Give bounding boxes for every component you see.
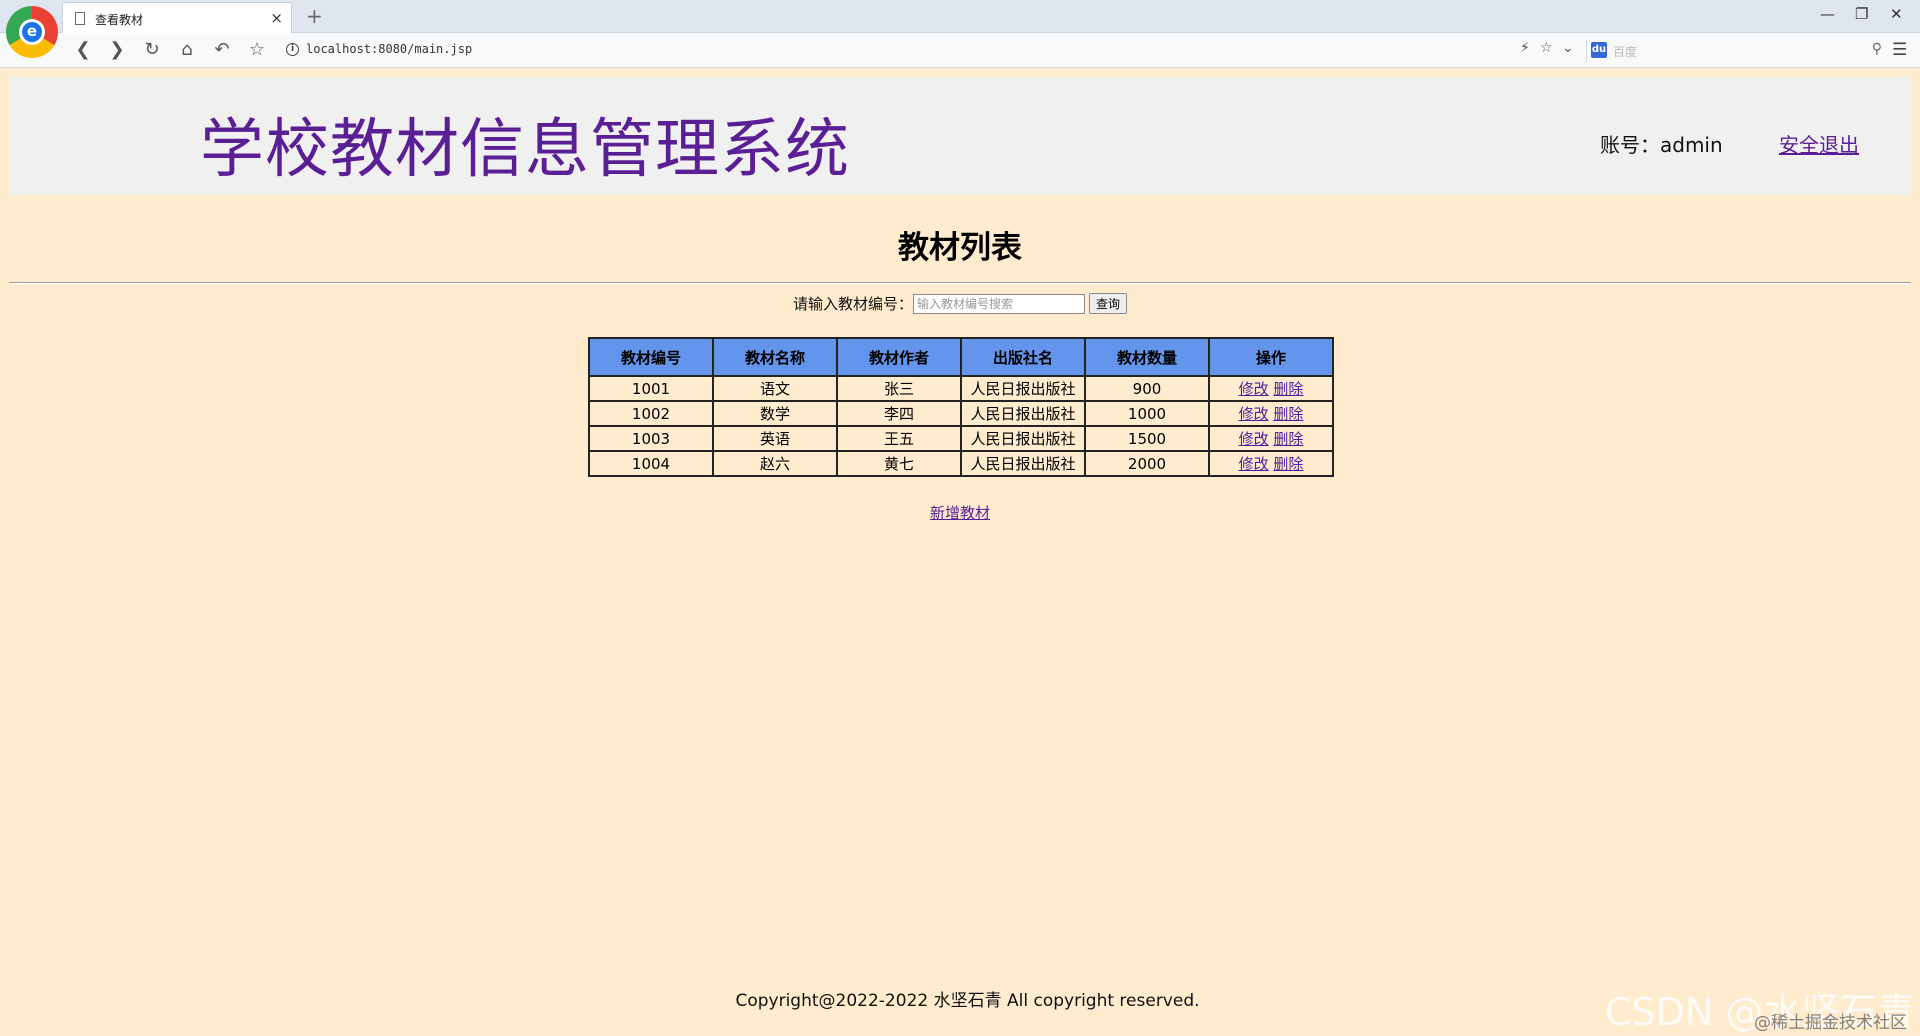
cell-publisher: 人民日报出版社: [960, 450, 1086, 477]
column-header-id: 教材编号: [588, 337, 714, 377]
delete-link[interactable]: 删除: [1273, 405, 1303, 423]
list-title: 教材列表: [898, 230, 1022, 266]
search-input[interactable]: [913, 293, 1085, 314]
page-icon: [75, 12, 85, 25]
minimize-icon[interactable]: —: [1820, 5, 1835, 23]
edit-link[interactable]: 修改: [1239, 380, 1269, 398]
tab-close-icon[interactable]: ×: [270, 9, 283, 27]
lightning-icon[interactable]: ⚡: [1520, 40, 1530, 56]
books-table: 教材编号 教材名称 教材作者 出版社名 教材数量 操作 1001 语文 张三 人…: [588, 337, 1334, 477]
table-row: 1001 语文 张三 人民日报出版社 900 修改 删除: [588, 375, 1334, 402]
new-tab-icon[interactable]: +: [306, 4, 323, 28]
table-row: 1004 赵六 黄七 人民日报出版社 2000 修改 删除: [588, 450, 1334, 477]
page-title: 学校教材信息管理系统: [200, 113, 850, 187]
cell-actions: 修改 删除: [1208, 375, 1334, 402]
cell-name: 英语: [712, 425, 838, 452]
baidu-paw-icon: du: [1591, 42, 1607, 58]
cell-author: 王五: [836, 425, 962, 452]
cell-name: 语文: [712, 375, 838, 402]
forward-icon[interactable]: ❯: [106, 39, 128, 61]
cell-name: 赵六: [712, 450, 838, 477]
cell-publisher: 人民日报出版社: [960, 375, 1086, 402]
close-window-icon[interactable]: ✕: [1890, 5, 1903, 23]
cell-id: 1003: [588, 425, 714, 452]
edit-link[interactable]: 修改: [1239, 430, 1269, 448]
browser-tab[interactable]: 查看教材 ×: [62, 2, 292, 34]
browser-tab-bar: 查看教材 × + — ❐ ✕: [0, 0, 1920, 34]
restore-icon[interactable]: ❐: [1855, 5, 1868, 23]
column-header-author: 教材作者: [836, 337, 962, 377]
search-button[interactable]: 查询: [1089, 293, 1128, 314]
divider: [9, 282, 1911, 284]
add-book-link[interactable]: 新增教材: [930, 504, 990, 522]
add-book-row: 新增教材: [0, 502, 1920, 523]
cell-id: 1002: [588, 400, 714, 427]
logout-link[interactable]: 安全退出: [1779, 129, 1859, 158]
browser-logo-icon[interactable]: e: [6, 6, 58, 58]
column-header-actions: 操作: [1208, 337, 1334, 377]
star-icon[interactable]: ☆: [246, 39, 268, 61]
home-icon[interactable]: ⌂: [176, 39, 198, 61]
cell-author: 张三: [836, 375, 962, 402]
search-row: 请输入教材编号： 查询: [0, 293, 1920, 314]
browser-toolbar: ❮ ❯ ↻ ⌂ ↶ ☆ i localhost:8080/main.jsp ⚡ …: [0, 33, 1920, 68]
cell-actions: 修改 删除: [1208, 425, 1334, 452]
cell-author: 李四: [836, 400, 962, 427]
menu-icon[interactable]: ☰: [1892, 40, 1907, 60]
delete-link[interactable]: 删除: [1273, 455, 1303, 473]
table-row: 1003 英语 王五 人民日报出版社 1500 修改 删除: [588, 425, 1334, 452]
cell-author: 黄七: [836, 450, 962, 477]
search-label: 请输入教材编号：: [792, 295, 913, 313]
table-header-row: 教材编号 教材名称 教材作者 出版社名 教材数量 操作: [588, 337, 1334, 377]
cell-publisher: 人民日报出版社: [960, 425, 1086, 452]
undo-icon[interactable]: ↶: [211, 39, 233, 61]
juejin-watermark: @稀土掘金技术社区: [1754, 1013, 1907, 1033]
cell-quantity: 1500: [1084, 425, 1210, 452]
cell-id: 1004: [588, 450, 714, 477]
column-header-publisher: 出版社名: [960, 337, 1086, 377]
cell-quantity: 900: [1084, 375, 1210, 402]
search-icon[interactable]: ⚲: [1872, 41, 1882, 57]
browser-logo-letter: e: [22, 22, 42, 42]
reload-icon[interactable]: ↻: [141, 39, 163, 61]
star-outline-icon[interactable]: ☆: [1540, 40, 1553, 56]
edit-link[interactable]: 修改: [1239, 405, 1269, 423]
cell-actions: 修改 删除: [1208, 450, 1334, 477]
column-header-name: 教材名称: [712, 337, 838, 377]
chevron-down-icon[interactable]: ⌄: [1562, 40, 1574, 56]
account-label: 账号：admin: [1600, 133, 1723, 157]
cell-publisher: 人民日报出版社: [960, 400, 1086, 427]
table-row: 1002 数学 李四 人民日报出版社 1000 修改 删除: [588, 400, 1334, 427]
browser-search-placeholder: 百度: [1613, 45, 1638, 59]
delete-link[interactable]: 删除: [1273, 430, 1303, 448]
page-header: 学校教材信息管理系统 账号：admin 安全退出: [9, 77, 1911, 195]
delete-link[interactable]: 删除: [1273, 380, 1303, 398]
cell-quantity: 2000: [1084, 450, 1210, 477]
cell-actions: 修改 删除: [1208, 400, 1334, 427]
cell-quantity: 1000: [1084, 400, 1210, 427]
cell-name: 数学: [712, 400, 838, 427]
address-bar[interactable]: localhost:8080/main.jsp: [306, 42, 472, 56]
browser-search-box[interactable]: du 百度 ⚲: [1586, 40, 1886, 62]
edit-link[interactable]: 修改: [1239, 455, 1269, 473]
cell-id: 1001: [588, 375, 714, 402]
back-icon[interactable]: ❮: [72, 39, 94, 61]
column-header-quantity: 教材数量: [1084, 337, 1210, 377]
info-icon[interactable]: i: [286, 43, 299, 56]
tab-title: 查看教材: [95, 13, 144, 27]
